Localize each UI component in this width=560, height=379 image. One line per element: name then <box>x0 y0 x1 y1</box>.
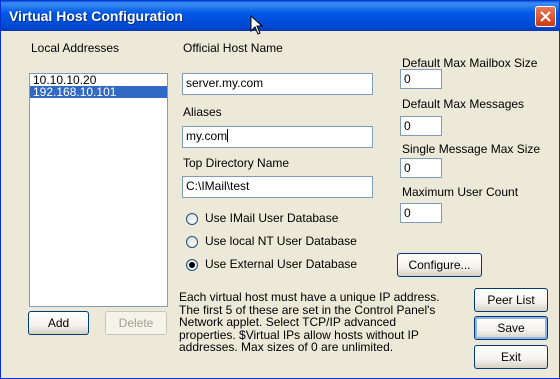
aliases-value: my.com <box>186 129 228 143</box>
save-button[interactable]: Save <box>474 316 548 340</box>
single-message-max-size-label: Single Message Max Size <box>402 142 541 156</box>
local-addresses-label: Local Addresses <box>31 41 120 55</box>
max-mailbox-size-label: Default Max Mailbox Size <box>402 56 538 70</box>
radio-nt-db-label[interactable]: Use local NT User Database <box>205 234 357 248</box>
virtual-host-dialog: Virtual Host Configuration Local Address… <box>0 0 560 379</box>
close-button[interactable] <box>535 6 556 27</box>
max-messages-input[interactable]: 0 <box>400 116 442 136</box>
radio-external-db[interactable] <box>186 259 198 271</box>
max-user-count-label: Maximum User Count <box>402 185 519 199</box>
note-line: Network applet. Select TCP/IP advanced <box>179 315 397 329</box>
radio-imail-db[interactable] <box>186 213 198 225</box>
add-button[interactable]: Add <box>28 311 89 335</box>
official-host-name-label: Official Host Name <box>183 41 283 55</box>
peer-list-button[interactable]: Peer List <box>474 288 548 312</box>
radio-imail-db-label[interactable]: Use IMail User Database <box>205 211 338 225</box>
aliases-label: Aliases <box>183 105 222 119</box>
single-message-max-size-input[interactable]: 0 <box>400 158 442 178</box>
note-line: addresses. Max sizes of 0 are unlimited. <box>179 340 394 354</box>
info-note: Each virtual host must have a unique IP … <box>179 291 469 354</box>
close-icon <box>540 11 551 22</box>
mouse-pointer-icon <box>250 15 264 35</box>
window-title: Virtual Host Configuration <box>9 8 183 24</box>
aliases-input[interactable]: my.com <box>182 126 373 148</box>
max-mailbox-size-input[interactable]: 0 <box>400 69 442 89</box>
max-messages-label: Default Max Messages <box>402 97 525 111</box>
official-host-name-input[interactable]: server.my.com <box>182 73 373 95</box>
delete-button[interactable]: Delete <box>105 311 167 335</box>
radio-external-db-label[interactable]: Use External User Database <box>205 257 357 271</box>
top-directory-input[interactable]: C:\IMail\test <box>182 176 373 198</box>
top-directory-label: Top Directory Name <box>183 156 290 170</box>
exit-button[interactable]: Exit <box>474 345 548 369</box>
title-bar[interactable]: Virtual Host Configuration <box>1 1 559 31</box>
radio-selected-dot <box>189 262 195 268</box>
address-item-2[interactable]: 192.168.10.101 <box>30 86 167 98</box>
radio-nt-db[interactable] <box>186 236 198 248</box>
configure-button[interactable]: Configure... <box>397 253 482 277</box>
max-user-count-input[interactable]: 0 <box>400 203 442 223</box>
text-caret <box>227 129 229 142</box>
local-addresses-list[interactable]: 10.10.10.20 192.168.10.101 <box>29 73 168 307</box>
note-line: Each virtual host must have a unique IP … <box>179 290 440 304</box>
